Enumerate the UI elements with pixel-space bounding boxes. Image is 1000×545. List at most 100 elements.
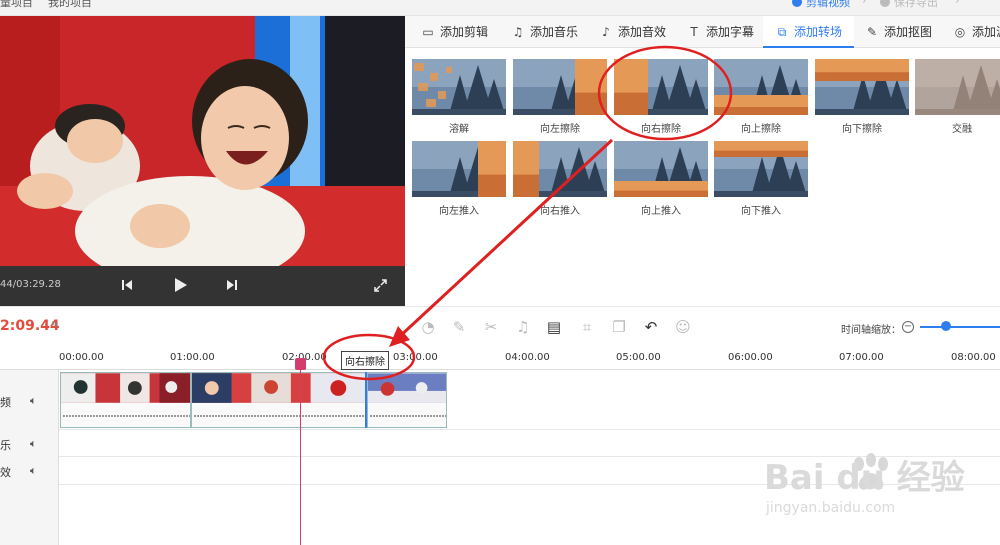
video-clip[interactable] xyxy=(367,372,447,428)
step-export[interactable]: 保存导出 xyxy=(880,0,938,10)
transition-label: 向上推入 xyxy=(641,206,681,217)
step-dot-icon xyxy=(792,0,802,7)
ruler-label: 06:00.00 xyxy=(728,352,773,363)
transition-label: 向下擦除 xyxy=(842,124,882,135)
baidu-watermark: Bai du 经验 jingyan.baidu.com xyxy=(762,440,992,530)
player-controls: 44/03:29.28 xyxy=(0,266,405,306)
pen-icon[interactable]: ✎ xyxy=(449,317,469,337)
transition-marker[interactable] xyxy=(365,372,367,428)
audio-waveform xyxy=(370,415,446,417)
tab-add-clip[interactable]: ▭ 添加剪辑 xyxy=(421,16,488,48)
transition-tooltip: 向右擦除 xyxy=(341,351,389,370)
track-headers: 频 🔈︎ 乐 🔈︎ 效 🔈︎ xyxy=(0,370,59,545)
transition-label: 交融 xyxy=(952,124,972,135)
video-clip[interactable] xyxy=(60,372,191,428)
transition-label: 向下推入 xyxy=(741,206,781,217)
playhead xyxy=(300,358,301,545)
watermark-url: jingyan.baidu.com xyxy=(766,500,896,516)
skip-previous-icon[interactable] xyxy=(121,279,133,291)
undo-icon[interactable]: ↶ xyxy=(641,317,661,337)
edit-time-icon[interactable]: ✎ xyxy=(51,320,59,331)
ruler-label: 00:00.00 xyxy=(59,352,104,363)
timeline-ruler: 00:00.00 01:00.00 02:00.00 03:00.00 04:0… xyxy=(0,348,1000,370)
clip-thumbnail xyxy=(61,373,190,403)
transition-label: 向上擦除 xyxy=(741,124,781,135)
transition-tile-push-right[interactable] xyxy=(513,141,607,197)
tab-add-music[interactable]: ♫ 添加音乐 xyxy=(511,16,578,48)
text-icon: T xyxy=(690,25,698,39)
scissors-icon[interactable]: ✂ xyxy=(481,317,501,337)
app-window: { "topbar": { "left_items": ["量项目", "我的项… xyxy=(0,0,1000,545)
timeline-toolbar: 2:09.44 ✎ ◔ ✎ ✂ ♫ ▤ ⌗ ❐ ↶ ☺ 时间轴缩放： − xyxy=(0,306,1000,348)
tab-add-cutout[interactable]: ✎ 添加抠图 xyxy=(865,16,932,48)
clip-icon: ▭ xyxy=(422,25,434,39)
zoom-label: 时间轴缩放： xyxy=(841,325,901,336)
filter-icon: ◎ xyxy=(954,25,966,39)
transition-panel: 溶解 向左擦除 向右擦除 向上擦除 向下擦除 交融向左推入 向右推入 向上推入 向下推入 xyxy=(405,48,1000,306)
transition-tile-push-down[interactable] xyxy=(714,141,808,197)
project-item[interactable]: 量项目 xyxy=(0,0,33,10)
transition-label: 向右擦除 xyxy=(641,124,681,135)
speaker-icon[interactable]: 🔈︎ xyxy=(30,394,37,408)
music-icon: ♫ xyxy=(512,25,524,39)
transition-label: 向右推入 xyxy=(540,206,580,217)
ruler-label: 01:00.00 xyxy=(170,352,215,363)
zoom-slider[interactable] xyxy=(920,326,1000,328)
fullscreen-icon[interactable] xyxy=(374,279,387,292)
tab-add-filter[interactable]: ◎添加滤 xyxy=(953,16,1000,48)
top-bar: 量项目 我的项目 剪辑视频 › 保存导出 › xyxy=(0,0,1000,16)
playhead-handle[interactable] xyxy=(295,358,306,370)
transition-tile-push-left[interactable] xyxy=(412,141,506,197)
ruler-label: 03:00.00 xyxy=(393,352,438,363)
step-dot-icon xyxy=(880,0,890,7)
smile-icon[interactable]: ☺ xyxy=(673,317,693,337)
step-chevron-icon: › xyxy=(955,0,960,7)
cutout-icon: ✎ xyxy=(866,25,878,39)
tab-add-subtitle[interactable]: T 添加字幕 xyxy=(687,16,754,48)
transition-tile-wipe-up[interactable] xyxy=(714,59,808,115)
zoom-out-icon[interactable]: − xyxy=(902,321,914,333)
transition-tile-wipe-left[interactable] xyxy=(513,59,607,115)
clip-thumbnail xyxy=(192,373,366,403)
audio-waveform xyxy=(194,415,366,417)
speaker-icon[interactable]: 🔈︎ xyxy=(30,464,37,478)
transition-tile-blend[interactable] xyxy=(915,59,1000,115)
clip-thumbnail xyxy=(368,373,446,403)
skip-next-icon[interactable] xyxy=(226,279,238,291)
transition-tile-wipe-right[interactable] xyxy=(614,59,708,115)
copy-icon[interactable]: ❐ xyxy=(609,317,629,337)
audio-waveform xyxy=(63,415,190,417)
ruler-label: 05:00.00 xyxy=(616,352,661,363)
ruler-label: 08:00.00 xyxy=(951,352,996,363)
transition-tile-dissolve[interactable] xyxy=(412,59,506,115)
tab-add-transition[interactable]: ⧉ 添加转场 xyxy=(763,16,855,48)
sound-effect-icon: ♪ xyxy=(602,25,610,39)
transition-label: 向左擦除 xyxy=(540,124,580,135)
ruler-label: 04:00.00 xyxy=(505,352,550,363)
step-chevron-icon: › xyxy=(862,0,867,7)
music-track-label: 乐 xyxy=(0,439,11,452)
video-preview[interactable] xyxy=(0,16,405,266)
effect-tabs: ▭添加剪辑 ♫添加音乐 ♪添加音效 T添加字幕 ⧉添加转场 ✎添加抠图 ◎添加滤 xyxy=(405,16,1000,48)
transition-icon: ⧉ xyxy=(777,25,787,39)
bell-icon[interactable]: ♫ xyxy=(513,317,533,337)
tab-add-sound-effect[interactable]: ♪ 添加音效 xyxy=(599,16,666,48)
video-frame xyxy=(0,16,405,266)
ruler-label: 07:00.00 xyxy=(839,352,884,363)
transition-tile-push-up[interactable] xyxy=(614,141,708,197)
speed-icon[interactable]: ◔ xyxy=(418,317,438,337)
my-projects-item[interactable]: 我的项目 xyxy=(48,0,92,10)
transition-label: 溶解 xyxy=(449,124,469,135)
transition-label: 向左推入 xyxy=(439,206,479,217)
step-edit[interactable]: 剪辑视频 xyxy=(792,0,850,10)
transition-tile-wipe-down[interactable] xyxy=(815,59,909,115)
crop-icon[interactable]: ⌗ xyxy=(577,317,597,337)
play-icon[interactable] xyxy=(173,277,189,293)
effect-track-label: 效 xyxy=(0,466,11,479)
watermark-brand: Bai du 经验 xyxy=(764,458,965,498)
speaker-icon[interactable]: 🔈︎ xyxy=(30,437,37,451)
video-track-label: 频 xyxy=(0,396,11,409)
playback-time: 44/03:29.28 xyxy=(0,279,61,290)
video-clip[interactable] xyxy=(191,372,367,428)
delete-icon[interactable]: ▤ xyxy=(544,317,564,337)
